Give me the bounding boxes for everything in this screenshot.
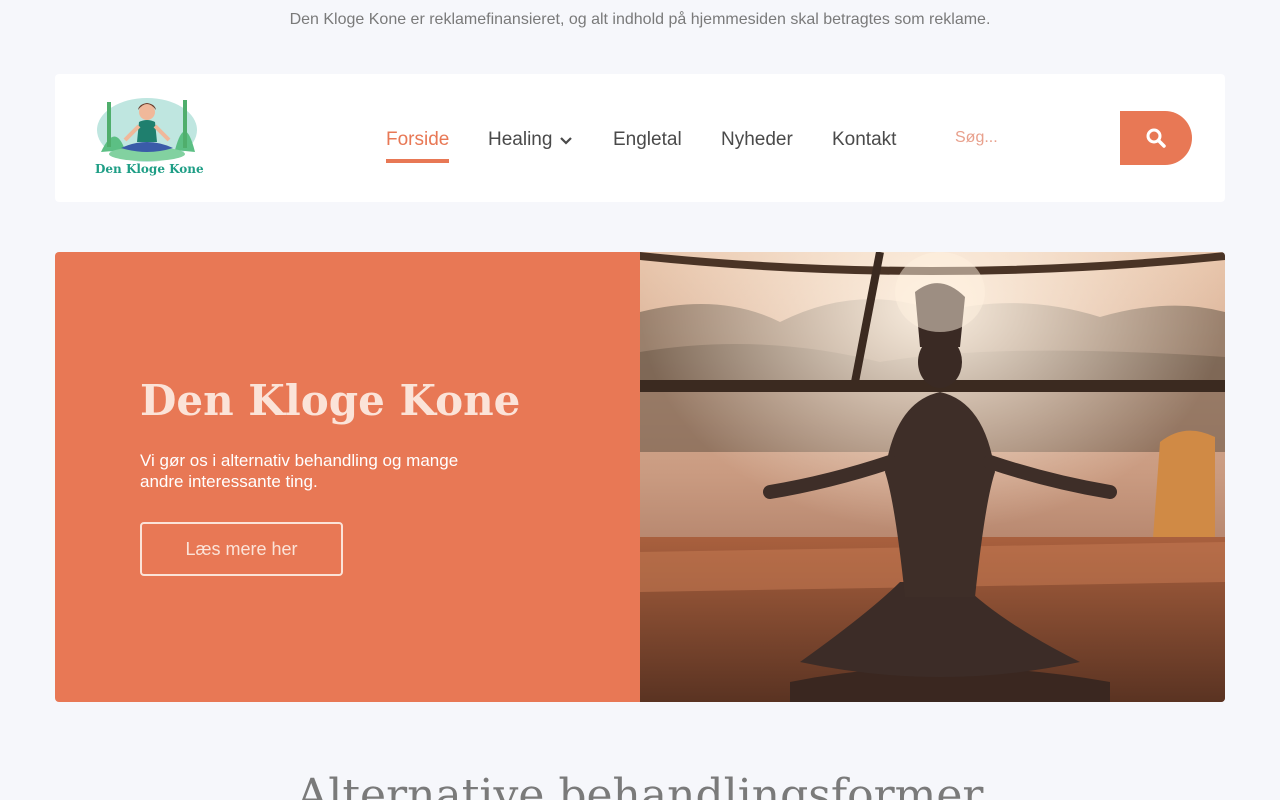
nav-label: Engletal — [613, 129, 682, 150]
nav-item-forside[interactable]: Forside — [386, 129, 450, 163]
site-header: Den Kloge Kone Forside Healing Engletal … — [55, 74, 1225, 202]
hero-text-panel: Den Kloge Kone Vi gør os i alternativ be… — [55, 252, 640, 702]
search-icon — [1146, 128, 1166, 148]
nav-label: Healing — [488, 129, 553, 151]
meditation-logo-icon — [97, 98, 197, 162]
search-button[interactable] — [1120, 111, 1192, 165]
hero-title: Den Kloge Kone — [140, 376, 521, 425]
nav-label: Nyheder — [721, 129, 793, 150]
read-more-button[interactable]: Læs mere her — [140, 522, 343, 576]
site-logo[interactable]: Den Kloge Kone — [95, 92, 204, 184]
hero-subtitle: Vi gør os i alternativ behandling og man… — [140, 451, 459, 491]
search-input[interactable] — [943, 111, 1123, 165]
logo-text: Den Kloge Kone — [95, 162, 204, 176]
nav-item-healing[interactable]: Healing — [488, 129, 573, 151]
meditation-photo-icon — [640, 252, 1225, 702]
ad-notice: Den Kloge Kone er reklamefinansieret, og… — [289, 11, 991, 28]
nav-item-kontakt[interactable]: Kontakt — [832, 129, 896, 151]
chevron-down-icon — [560, 129, 573, 151]
hero-banner: Den Kloge Kone Vi gør os i alternativ be… — [55, 252, 1225, 702]
nav-item-nyheder[interactable]: Nyheder — [721, 129, 793, 151]
section-title: Alternative behandlingsformer — [296, 770, 984, 800]
nav-label: Forside — [386, 129, 450, 150]
nav-label: Kontakt — [832, 129, 897, 150]
hero-image — [640, 252, 1225, 702]
nav-item-engletal[interactable]: Engletal — [613, 129, 682, 151]
